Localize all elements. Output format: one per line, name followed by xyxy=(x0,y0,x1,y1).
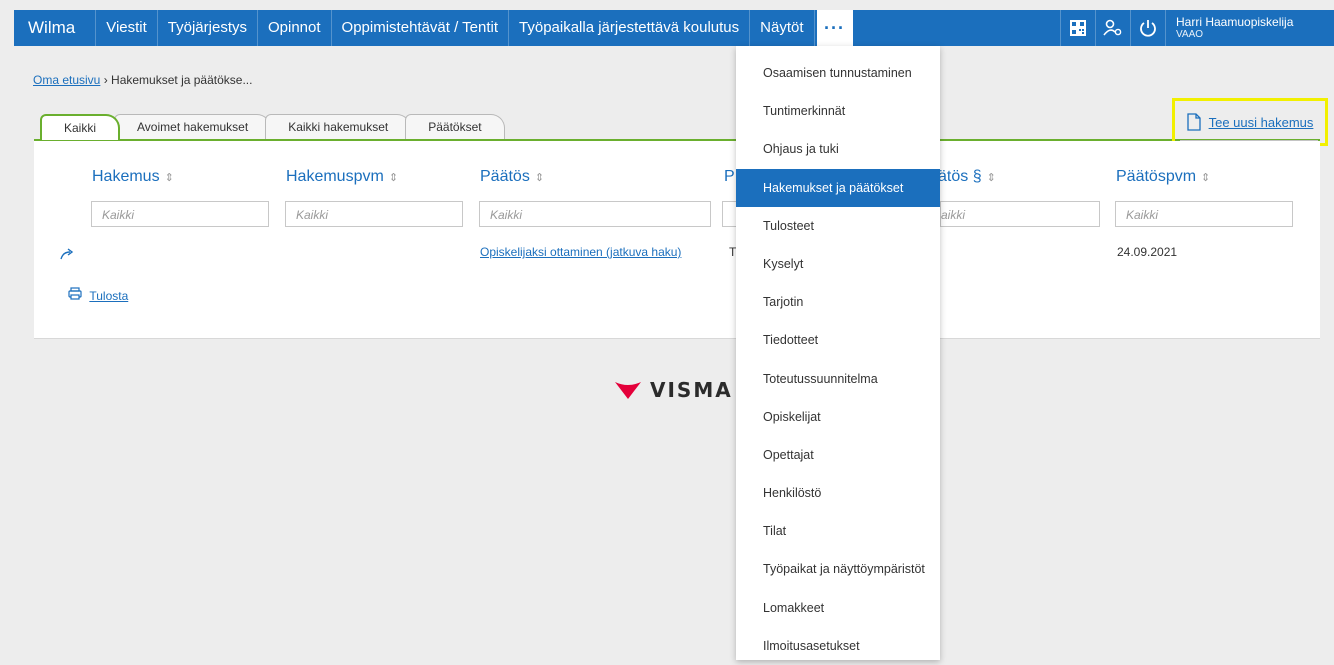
column-header-paatos-pykala[interactable]: ätös § ⇕ xyxy=(938,168,996,186)
nav-viestit[interactable]: Viestit xyxy=(96,10,158,46)
print-button[interactable]: Tulosta xyxy=(68,287,128,303)
new-application-button[interactable]: Tee uusi hakemus xyxy=(1172,98,1328,146)
power-icon[interactable] xyxy=(1130,10,1165,46)
menu-item-ilmoitusasetukset[interactable]: Ilmoitusasetukset xyxy=(736,627,940,665)
sort-icon: ⇕ xyxy=(388,172,399,184)
sort-icon: ⇕ xyxy=(986,172,996,184)
user-settings-icon[interactable] xyxy=(1095,10,1130,46)
menu-item-hakemukset-ja-paatokset[interactable]: Hakemukset ja päätökset xyxy=(736,168,940,207)
nav-tyopaikalla-koulutus[interactable]: Työpaikalla järjestettävä koulutus xyxy=(509,10,751,46)
menu-item-tarjotin[interactable]: Tarjotin xyxy=(736,283,940,321)
sort-icon: ⇕ xyxy=(164,172,174,184)
user-organization: VAAO xyxy=(1176,28,1204,40)
filter-paatos-pykala[interactable]: aikki xyxy=(940,201,1100,227)
nav-oppimistehtavat[interactable]: Oppimistehtävät / Tentit xyxy=(332,10,510,46)
menu-item-tyopaikat-ja-nayttoymparistot[interactable]: Työpaikat ja näyttöympäristöt xyxy=(736,550,940,588)
filter-hakemuspvm[interactable]: Kaikki xyxy=(285,201,463,227)
column-header-hakemuspvm[interactable]: Hakemuspvm ⇕ xyxy=(286,168,398,186)
menu-item-kyselyt[interactable]: Kyselyt xyxy=(736,245,940,283)
column-header-paatospvm[interactable]: Päätöspvm ⇕ xyxy=(1116,168,1210,186)
menu-item-tiedotteet[interactable]: Tiedotteet xyxy=(736,321,940,359)
menu-item-henkilosto[interactable]: Henkilöstö xyxy=(736,474,940,512)
column-header-hakemus[interactable]: Hakemus ⇕ xyxy=(92,168,174,186)
menu-item-opettajat[interactable]: Opettajat xyxy=(736,436,940,474)
menu-item-lomakkeet[interactable]: Lomakkeet xyxy=(736,589,940,627)
top-navigation: Wilma Viestit Työjärjestys Opinnot Oppim… xyxy=(14,10,1334,46)
filter-hakemus[interactable]: Kaikki xyxy=(91,201,269,227)
menu-item-osaamisen-tunnustaminen[interactable]: Osaamisen tunnustaminen xyxy=(736,54,940,92)
user-profile[interactable]: Harri Haamuopiskelija VAAO xyxy=(1165,10,1334,46)
qr-code-icon[interactable] xyxy=(1060,10,1095,46)
tab-avoimet-hakemukset[interactable]: Avoimet hakemukset xyxy=(114,114,272,139)
open-row-arrow-icon[interactable] xyxy=(60,247,74,264)
filter-paatospvm[interactable]: Kaikki xyxy=(1115,201,1293,227)
user-name: Harri Haamuopiskelija xyxy=(1176,14,1294,29)
decision-date: 24.09.2021 xyxy=(1117,245,1178,259)
breadcrumb-current: Hakemukset ja päätökse... xyxy=(111,73,253,87)
breadcrumb-home-link[interactable]: Oma etusivu xyxy=(33,73,100,87)
nav-tyojarjestys[interactable]: Työjärjestys xyxy=(158,10,258,46)
menu-item-tulosteet[interactable]: Tulosteet xyxy=(736,207,940,245)
breadcrumb-separator: › xyxy=(103,73,108,87)
visma-logo: VISMA xyxy=(614,378,733,402)
decision-link[interactable]: Opiskelijaksi ottaminen (jatkuva haku) xyxy=(480,245,681,259)
menu-item-opiskelijat[interactable]: Opiskelijat xyxy=(736,398,940,436)
tab-kaikki-hakemukset[interactable]: Kaikki hakemukset xyxy=(265,114,412,139)
nav-more-button[interactable]: ··· xyxy=(816,10,853,46)
nav-naytot[interactable]: Näytöt xyxy=(750,10,815,46)
tab-kaikki[interactable]: Kaikki xyxy=(40,114,121,140)
print-label: Tulosta xyxy=(89,289,129,303)
new-application-label: Tee uusi hakemus xyxy=(1208,114,1314,130)
menu-item-tilat[interactable]: Tilat xyxy=(736,512,940,550)
column-header-paatos[interactable]: Päätös ⇕ xyxy=(480,168,544,186)
sort-icon: ⇕ xyxy=(1201,172,1211,184)
printer-icon xyxy=(68,287,82,300)
applications-panel: Hakemus ⇕ Hakemuspvm ⇕ Päätös ⇕ P ätös § ⇕ P… xyxy=(34,141,1320,339)
menu-item-ohjaus-ja-tuki[interactable]: Ohjaus ja tuki xyxy=(736,130,940,168)
filter-paatos[interactable]: Kaikki xyxy=(479,201,711,227)
top-right-tools: Harri Haamuopiskelija VAAO xyxy=(1060,10,1334,46)
document-icon xyxy=(1186,113,1201,131)
tab-paatokset[interactable]: Päätökset xyxy=(405,114,505,139)
sort-icon: ⇕ xyxy=(534,172,545,184)
column-header-partial[interactable]: P xyxy=(724,168,735,186)
wilma-logo[interactable]: Wilma xyxy=(14,10,97,46)
nav-opinnot[interactable]: Opinnot xyxy=(258,10,332,46)
menu-item-tuntimerkinnat[interactable]: Tuntimerkinnät xyxy=(736,92,940,130)
tab-bar: Kaikki Avoimet hakemukset Kaikki hakemuk… xyxy=(40,114,505,140)
more-menu-dropdown: Osaamisen tunnustaminen Tuntimerkinnät O… xyxy=(736,46,940,660)
visma-wordmark: VISMA xyxy=(650,378,733,402)
visma-mark-icon xyxy=(615,382,641,399)
menu-item-toteutussuunnitelma[interactable]: Toteutussuunnitelma xyxy=(736,360,940,398)
breadcrumb: Oma etusivu › Hakemukset ja päätökse... xyxy=(33,73,252,87)
